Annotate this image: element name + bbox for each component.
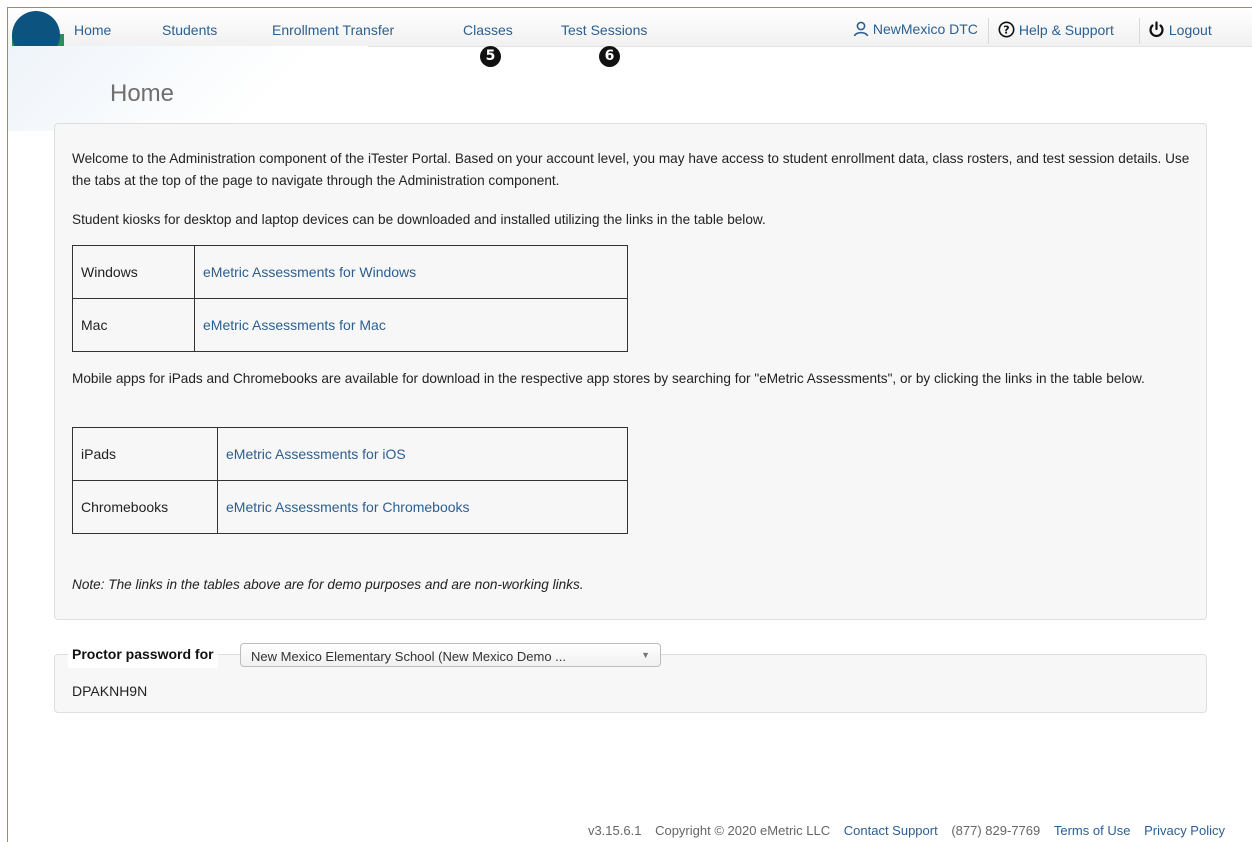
user-icon (853, 21, 869, 37)
school-select[interactable]: New Mexico Elementary School (New Mexico… (240, 643, 661, 667)
header-separator (1139, 18, 1140, 44)
nav-home[interactable]: Home (74, 22, 111, 38)
page-title: Home (110, 80, 175, 107)
top-navbar: Home Students Enrollment Transfer Classe… (8, 8, 1252, 78)
download-link-windows[interactable]: eMetric Assessments for Windows (203, 264, 416, 280)
contact-support-link[interactable]: Contact Support (844, 823, 938, 838)
nav-enrollment-transfer[interactable]: Enrollment Transfer (272, 22, 394, 38)
header-separator (988, 18, 989, 44)
question-circle-icon: ? (998, 21, 1015, 38)
demo-note: Note: The links in the tables above are … (72, 577, 584, 592)
svg-text:?: ? (1003, 24, 1009, 37)
platform-cell: Mac (72, 298, 195, 352)
dropdown-caret-icon: ▼ (641, 650, 650, 660)
download-link-ios[interactable]: eMetric Assessments for iOS (226, 446, 406, 462)
footer: v3.15.6.1 Copyright © 2020 eMetric LLC C… (578, 823, 1225, 838)
proctor-password-value: DPAKNH9N (72, 683, 148, 699)
nav-test-sessions[interactable]: Test Sessions (561, 22, 647, 38)
school-select-value: New Mexico Elementary School (New Mexico… (251, 649, 566, 664)
frame-left-border (7, 7, 8, 842)
mobile-apps-table: iPads eMetric Assessments for iOS Chrome… (72, 427, 628, 534)
nav-classes[interactable]: Classes (463, 22, 513, 38)
welcome-panel: Welcome to the Administration component … (54, 123, 1207, 620)
desktop-kiosk-table: Windows eMetric Assessments for Windows … (72, 245, 628, 352)
header-right-links: NewMexico DTC ? Help & Support Logout (844, 8, 1244, 46)
help-support-link[interactable]: ? Help & Support (998, 21, 1114, 38)
logout-link[interactable]: Logout (1148, 21, 1212, 38)
proctor-password-label: Proctor password for (68, 640, 218, 668)
welcome-intro-text: Welcome to the Administration component … (72, 151, 1190, 188)
kiosk-text: Student kiosks for desktop and laptop de… (72, 212, 766, 227)
table-row: Windows eMetric Assessments for Windows (72, 245, 628, 299)
download-link-mac[interactable]: eMetric Assessments for Mac (203, 317, 386, 333)
phone-number: (877) 829-7769 (951, 823, 1041, 838)
mobile-apps-text: Mobile apps for iPads and Chromebooks ar… (72, 371, 1145, 386)
power-icon (1149, 21, 1164, 37)
terms-of-use-link[interactable]: Terms of Use (1054, 823, 1131, 838)
callout-badge: 6 (599, 46, 620, 67)
nav-students[interactable]: Students (162, 22, 217, 38)
logout-label: Logout (1168, 22, 1212, 38)
platform-cell: Chromebooks (72, 480, 218, 534)
platform-cell: Windows (72, 245, 195, 299)
table-row: Mac eMetric Assessments for Mac (72, 298, 628, 352)
copyright-text: Copyright © 2020 eMetric LLC (655, 823, 831, 838)
help-label: Help & Support (1018, 22, 1114, 38)
download-link-chromebooks[interactable]: eMetric Assessments for Chromebooks (226, 499, 470, 515)
user-label: NewMexico DTC (872, 21, 978, 37)
header-background-fade (8, 46, 368, 131)
table-row: iPads eMetric Assessments for iOS (72, 427, 628, 481)
version-text: v3.15.6.1 (587, 823, 642, 838)
callout-badge: 5 (480, 46, 501, 67)
privacy-policy-link[interactable]: Privacy Policy (1144, 823, 1225, 838)
table-row: Chromebooks eMetric Assessments for Chro… (72, 480, 628, 534)
user-account-link[interactable]: NewMexico DTC (853, 21, 978, 37)
platform-cell: iPads (72, 427, 218, 481)
